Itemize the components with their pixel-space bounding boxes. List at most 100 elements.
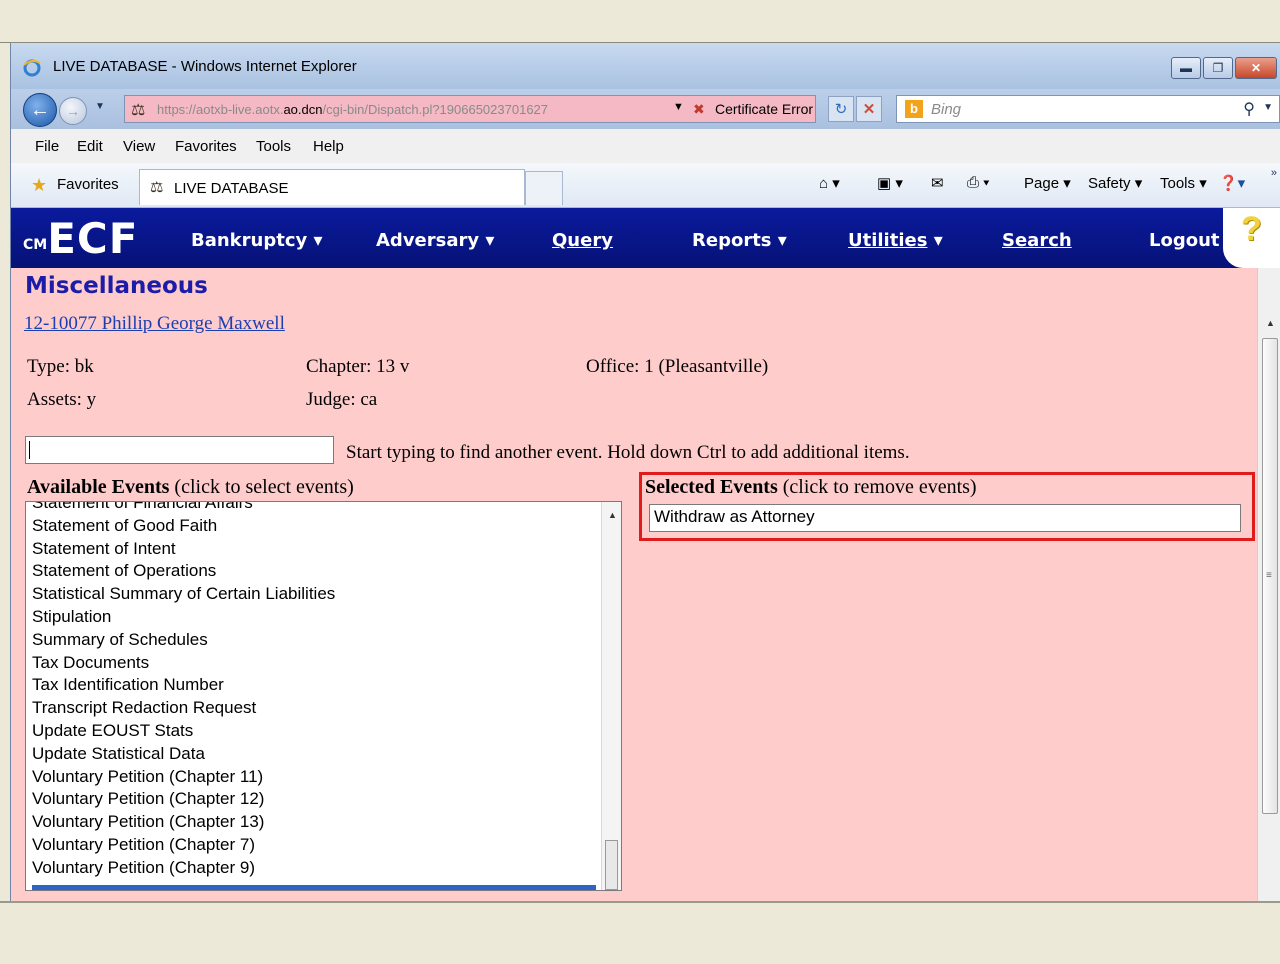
navigation-bar: ← → ▼ ⚖ https://aotxb-live.aotx.ao.dcn/c… [11,89,1280,129]
menu-help[interactable]: Help [313,138,344,155]
new-tab-button[interactable] [525,171,563,205]
favorites-bar: ★ Favorites ⚖ LIVE DATABASE ⌂ ▾ ▣ ▾ ✉ ⎙ … [11,163,1280,208]
nav-bankruptcy[interactable]: Bankruptcy ▾ [191,230,323,251]
available-events-list[interactable]: Statement of Financial Affairs Statement… [25,501,622,891]
nav-logout[interactable]: Logout [1149,230,1220,251]
event-search-input[interactable] [25,436,334,464]
ecf-menu-bar: CMECF Bankruptcy ▾ Adversary ▾ Query Rep… [11,208,1280,268]
menu-favorites[interactable]: Favorites [175,138,237,155]
list-item[interactable]: Tax Documents [32,652,335,675]
scroll-grip-icon: ≡ [1266,570,1272,581]
browser-window: LIVE DATABASE - Windows Internet Explore… [10,43,1280,901]
nav-adversary[interactable]: Adversary ▾ [376,230,494,251]
menu-tools[interactable]: Tools [256,138,291,155]
list-item[interactable]: Tax Identification Number [32,674,335,697]
address-dropdown-icon[interactable]: ▼ [673,101,684,113]
case-chapter: Chapter: 13 v [306,356,410,377]
title-bar: LIVE DATABASE - Windows Internet Explore… [11,43,1280,89]
menu-bar: File Edit View Favorites Tools Help [11,129,1280,164]
list-item[interactable]: Update Statistical Data [32,743,335,766]
stop-button[interactable]: ✕ [856,96,882,122]
text-caret [29,441,30,459]
print-icon[interactable]: ⎙ ▾ [967,174,989,191]
list-item[interactable]: Statement of Intent [32,538,335,561]
list-item[interactable]: Statement of Good Faith [32,515,335,538]
scroll-up-icon[interactable]: ▲ [608,510,617,520]
help-button[interactable]: ? [1223,208,1280,268]
home-icon[interactable]: ⌂ ▾ [819,174,840,192]
list-item[interactable]: Voluntary Petition (Chapter 9) [32,857,335,880]
ie-logo-icon [23,59,41,77]
window-controls: ▬ ❐ ✕ [1171,57,1277,79]
search-icon[interactable]: ⚲ [1243,99,1255,119]
case-assets: Assets: y [27,389,97,410]
menu-view[interactable]: View [123,138,155,155]
page-scrollbar[interactable]: ▲ ≡ ▼ [1257,268,1280,901]
list-item[interactable]: Stipulation [32,606,335,629]
search-dropdown-icon[interactable]: ▼ [1263,102,1273,113]
nav-reports[interactable]: Reports ▾ [692,230,787,251]
list-item[interactable]: Voluntary Petition (Chapter 11) [32,766,335,789]
list-scroll-thumb[interactable] [605,840,618,890]
menu-edit[interactable]: Edit [77,138,103,155]
refresh-button[interactable]: ↻ [828,96,854,122]
site-scales-icon: ⚖ [131,102,146,119]
list-item[interactable]: Voluntary Petition (Chapter 13) [32,811,335,834]
back-button[interactable]: ← [23,93,57,127]
page-content: CMECF Bankruptcy ▾ Adversary ▾ Query Rep… [11,208,1280,901]
page-menu[interactable]: Page ▾ [1024,174,1071,192]
read-mail-icon[interactable]: ✉ [931,174,944,192]
case-type: Type: bk [27,356,94,377]
list-item[interactable]: Summary of Schedules [32,629,335,652]
chevron-right-icon[interactable]: » [1271,167,1277,179]
search-box[interactable]: b Bing ⚲ ▼ [896,95,1280,123]
list-item[interactable]: Statement of Financial Affairs [32,502,335,515]
menu-file[interactable]: File [35,138,59,155]
favorites-star-icon[interactable]: ★ [31,175,47,196]
list-item[interactable]: Statement of Operations [32,560,335,583]
selected-events-list[interactable]: Withdraw as Attorney [649,504,1241,532]
case-judge: Judge: ca [306,389,378,410]
help-icon: ? [1241,210,1262,248]
search-placeholder: Bing [931,101,962,118]
list-item[interactable]: Statistical Summary of Certain Liabiliti… [32,583,335,606]
scroll-up-icon[interactable]: ▲ [1266,318,1275,328]
bing-icon: b [905,100,923,118]
list-item[interactable]: Update EOUST Stats [32,720,335,743]
restore-button[interactable]: ❐ [1203,57,1233,79]
site-scales-icon: ⚖ [150,179,164,196]
history-dropdown-icon[interactable]: ▼ [95,101,105,112]
selected-list-item[interactable] [32,885,596,890]
list-item[interactable]: Voluntary Petition (Chapter 7) [32,834,335,857]
available-events-label: Available Events (click to select events… [27,476,354,498]
nav-search[interactable]: Search [1002,230,1072,251]
available-events-items: Statement of Financial Affairs Statement… [32,502,335,880]
favorites-button[interactable]: Favorites [57,176,119,193]
nav-utilities[interactable]: Utilities ▾ [848,230,943,251]
list-item[interactable]: Transcript Redaction Request [32,697,335,720]
close-button[interactable]: ✕ [1235,57,1277,79]
case-office: Office: 1 (Pleasantville) [586,356,769,377]
tab-live-database[interactable]: ⚖ LIVE DATABASE [139,169,525,205]
minimize-button[interactable]: ▬ [1171,57,1201,79]
list-item[interactable]: Voluntary Petition (Chapter 12) [32,788,335,811]
tab-title: LIVE DATABASE [174,180,289,197]
tools-menu[interactable]: Tools ▾ [1160,174,1207,192]
certificate-error-label[interactable]: Certificate Error [715,101,813,117]
address-url[interactable]: https://aotxb-live.aotx.ao.dcn/cgi-bin/D… [157,102,548,117]
cmecf-logo: CMECF [23,214,139,263]
page-title: Miscellaneous [25,273,208,299]
certificate-error-icon[interactable]: ✖ [693,101,705,118]
event-search-hint: Start typing to find another event. Hold… [346,442,910,463]
nav-query[interactable]: Query [552,230,613,251]
help-menu-icon[interactable]: ❓▾ [1219,174,1245,192]
window-title: LIVE DATABASE - Windows Internet Explore… [53,58,357,75]
feeds-icon[interactable]: ▣ ▾ [877,174,903,192]
list-scrollbar[interactable]: ▲ [601,502,621,890]
slide-bottom-margin [0,901,1280,964]
selected-event-item[interactable]: Withdraw as Attorney [654,507,815,527]
forward-button[interactable]: → [59,97,87,125]
case-link[interactable]: 12-10077 Phillip George Maxwell [24,313,285,335]
safety-menu[interactable]: Safety ▾ [1088,174,1142,192]
address-bar[interactable]: ⚖ https://aotxb-live.aotx.ao.dcn/cgi-bin… [124,95,816,123]
